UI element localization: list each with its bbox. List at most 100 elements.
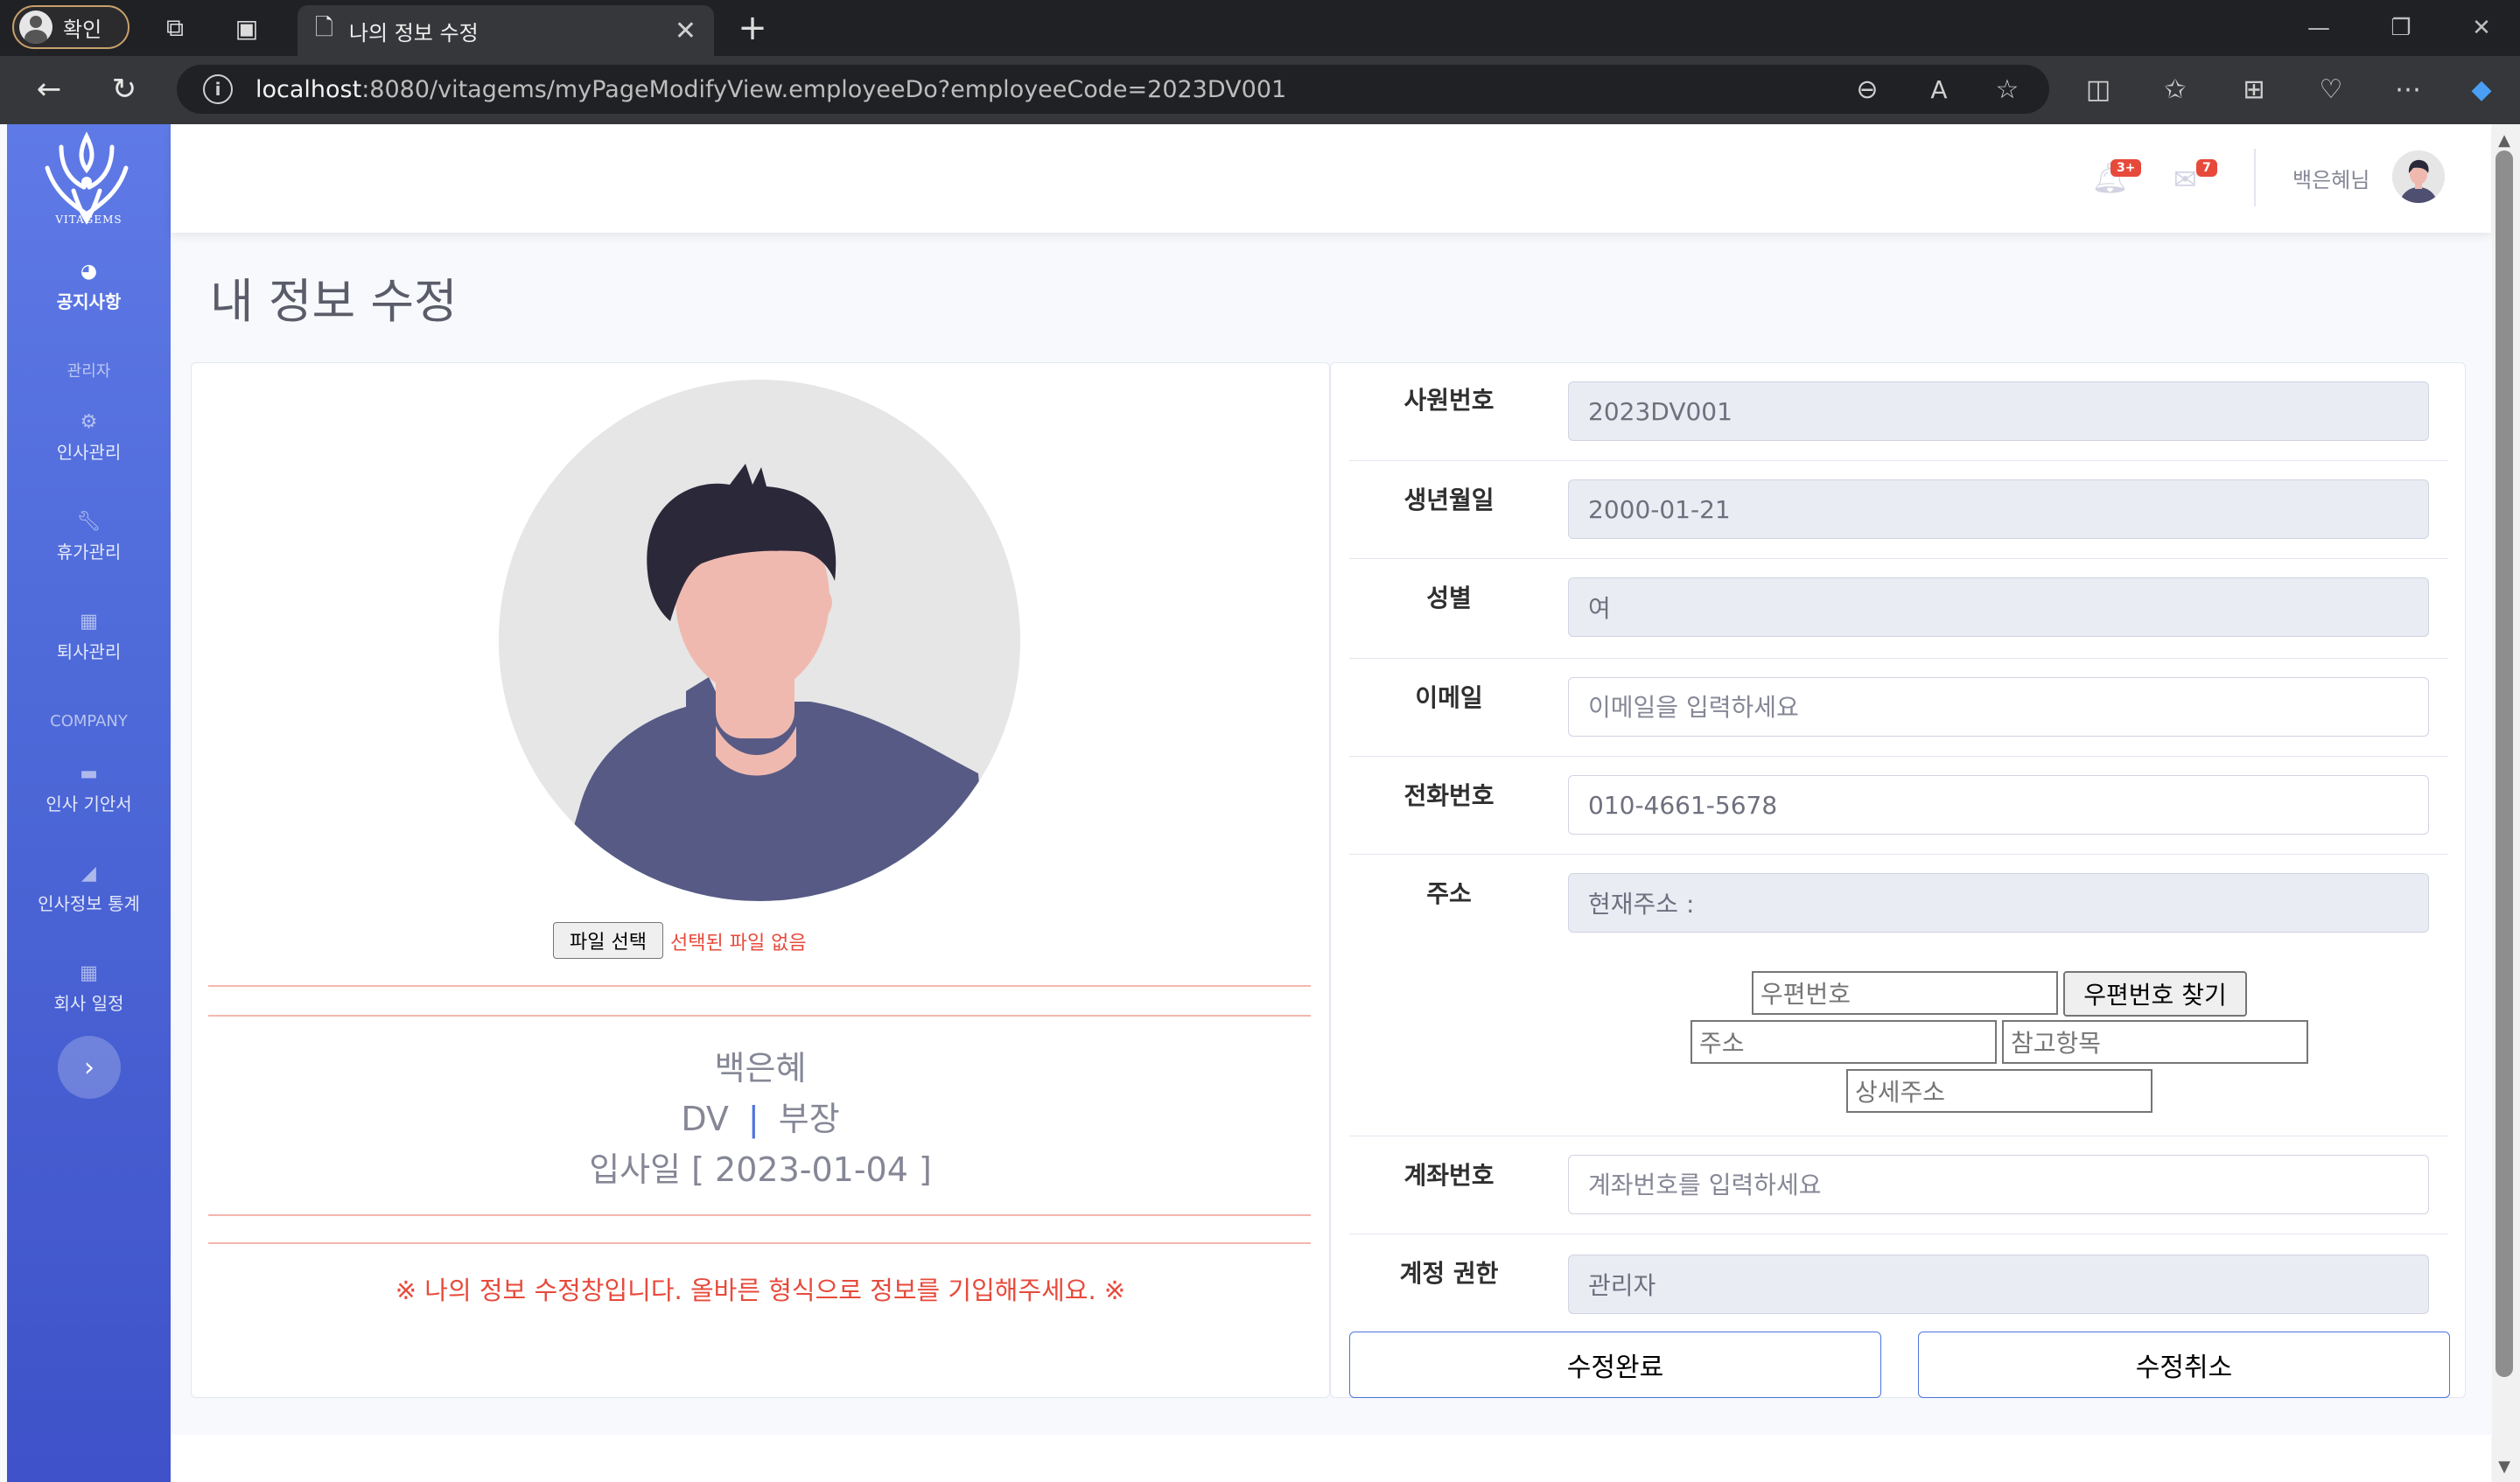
sidebar-item-hr[interactable]: ⚙ 인사관리 (7, 411, 171, 464)
sidebar-item-notice[interactable]: ◕ 공지사항 (7, 261, 171, 313)
separator: | (747, 1100, 760, 1138)
gear-icon: ⚙ (80, 411, 98, 433)
row-separator (1349, 854, 2448, 855)
tab-close-icon[interactable]: ✕ (675, 16, 696, 46)
file-status: 선택된 파일 없음 (670, 933, 807, 954)
cancel-button[interactable]: 수정취소 (1918, 1332, 2450, 1398)
browser-profile-button[interactable]: 확인 (12, 5, 130, 49)
favorite-star-icon[interactable]: ☆ (1988, 70, 2026, 108)
account-input[interactable] (1588, 1170, 2409, 1199)
label-email: 이메일 (1415, 683, 1483, 712)
scroll-down-icon[interactable]: ▼ (2494, 1456, 2515, 1477)
employee-join-date: 입사일 [ 2023-01-04 ] (589, 1150, 932, 1189)
sidebar-item-draft[interactable]: ▬ 인사 기안서 (7, 763, 171, 815)
tab-title: 나의 정보 수정 (348, 20, 479, 45)
folder-icon: ▬ (80, 763, 98, 785)
table-icon: ▦ (80, 962, 98, 984)
window-close-icon[interactable]: ✕ (2464, 10, 2499, 45)
employee-code-field: 2023DV001 (1568, 381, 2429, 441)
alerts-badge: 3+ (2110, 159, 2142, 177)
read-aloud-icon[interactable]: A (1920, 70, 1958, 108)
employee-code-value: 2023DV001 (1588, 396, 1732, 426)
sidebar-item-statistics[interactable]: ◢ 인사정보 통계 (7, 863, 171, 915)
divider (208, 985, 1311, 987)
scroll-up-icon[interactable]: ▲ (2494, 129, 2515, 150)
footer (171, 1435, 2491, 1482)
url-host: localhost (256, 75, 362, 103)
row-separator (1349, 558, 2448, 559)
sidebar-item-label: 인사정보 통계 (38, 893, 140, 914)
zoom-out-icon[interactable]: ⊖ (1848, 70, 1886, 108)
row-separator (1349, 658, 2448, 659)
user-name[interactable]: 백은혜님 (2292, 163, 2370, 193)
sidebar-toggle-chevron-icon[interactable]: › (58, 1036, 121, 1099)
birth-field: 2000-01-21 (1568, 479, 2429, 539)
address-bar[interactable]: i localhost:8080/vitagems/myPageModifyVi… (177, 65, 2049, 114)
browser-essentials-icon[interactable]: ♡ (2312, 70, 2350, 108)
phone-field[interactable]: 010-4661-5678 (1568, 775, 2429, 835)
site-info-icon[interactable]: i (203, 74, 233, 104)
current-address-value: 현재주소 : (1588, 890, 1695, 919)
profile-photo (499, 380, 1020, 901)
label-employee-code: 사원번호 (1404, 386, 1494, 415)
label-account: 계좌번호 (1404, 1161, 1494, 1190)
new-tab-icon[interactable]: + (737, 8, 768, 48)
sidebar-item-schedule[interactable]: ▦ 회사 일정 (7, 962, 171, 1015)
sidebar-heading-company: COMPANY (50, 712, 128, 731)
current-address-field: 현재주소 : (1568, 873, 2429, 933)
favorites-icon[interactable]: ✩ (2156, 70, 2194, 108)
logo-text: VITAGEMS (55, 213, 122, 226)
profile-label: 확인 (63, 17, 102, 42)
url-path: :8080/vitagems/myPageModifyView.employee… (361, 75, 1287, 103)
copilot-icon[interactable]: ◆ (2462, 70, 2501, 108)
email-field[interactable] (1568, 677, 2429, 737)
row-separator (1349, 460, 2448, 461)
detail-address-input[interactable]: 상세주소 (1846, 1069, 2152, 1113)
label-role: 계정 권한 (1399, 1259, 1499, 1288)
divider (208, 1242, 1311, 1244)
file-select-button[interactable]: 파일 선택 (553, 922, 663, 959)
topbar-divider (2254, 149, 2256, 206)
find-postcode-button[interactable]: 우편번호 찾기 (2063, 971, 2247, 1017)
gender-value: 여 (1588, 594, 1611, 623)
table-icon: ▦ (80, 611, 98, 633)
role-value: 관리자 (1588, 1271, 1656, 1300)
address-input[interactable]: 주소 (1690, 1020, 1997, 1064)
restore-icon[interactable]: ❐ (2384, 10, 2418, 45)
browser-tab-active[interactable]: 🗋 나의 정보 수정 ✕ (298, 5, 714, 56)
phone-value: 010-4661-5678 (1588, 790, 1778, 820)
label-phone: 전화번호 (1404, 781, 1494, 810)
reload-icon[interactable]: ↻ (105, 70, 144, 108)
account-field[interactable] (1568, 1155, 2429, 1214)
role-field: 관리자 (1568, 1255, 2429, 1314)
minimize-icon[interactable]: — (2301, 10, 2336, 45)
topbar (171, 124, 2491, 233)
sidebar-item-leave[interactable]: 🔧︎ 휴가관리 (7, 511, 171, 563)
workspaces-icon[interactable]: ⧉ (159, 12, 191, 44)
sidebar-item-label: 휴가관리 (56, 542, 122, 563)
profile-avatar-icon (19, 10, 52, 44)
postcode-input[interactable]: 우편번호 (1752, 971, 2058, 1015)
back-arrow-icon[interactable]: ← (30, 70, 68, 108)
collections-icon[interactable]: ⊞ (2235, 70, 2273, 108)
sidebar-item-label: 인사 기안서 (46, 793, 132, 814)
row-separator (1349, 756, 2448, 757)
more-menu-icon[interactable]: ⋯ (2389, 70, 2427, 108)
employee-dept-position: DV | 부장 (191, 1092, 1330, 1140)
gender-field: 여 (1568, 577, 2429, 637)
sidebar-item-label: 인사관리 (56, 442, 122, 463)
split-screen-icon[interactable]: ◫ (2079, 70, 2118, 108)
scrollbar-thumb[interactable] (2496, 150, 2513, 1377)
employee-position: 부장 (778, 1100, 840, 1138)
sidebar-item-resign[interactable]: ▦ 퇴사관리 (7, 611, 171, 663)
wrench-icon: 🔧︎ (76, 511, 102, 533)
tab-actions-icon[interactable]: ▣ (231, 12, 262, 44)
dashboard-icon: ◕ (80, 261, 98, 283)
page-title: 내 정보 수정 (210, 274, 458, 329)
sidebar-item-label: 공지사항 (56, 291, 122, 312)
submit-button[interactable]: 수정완료 (1349, 1332, 1881, 1398)
user-avatar[interactable] (2392, 150, 2445, 203)
extra-address-input[interactable]: 참고항목 (2002, 1020, 2308, 1064)
sidebar-heading-admin: 관리자 (66, 362, 111, 381)
email-input[interactable] (1588, 692, 2409, 722)
